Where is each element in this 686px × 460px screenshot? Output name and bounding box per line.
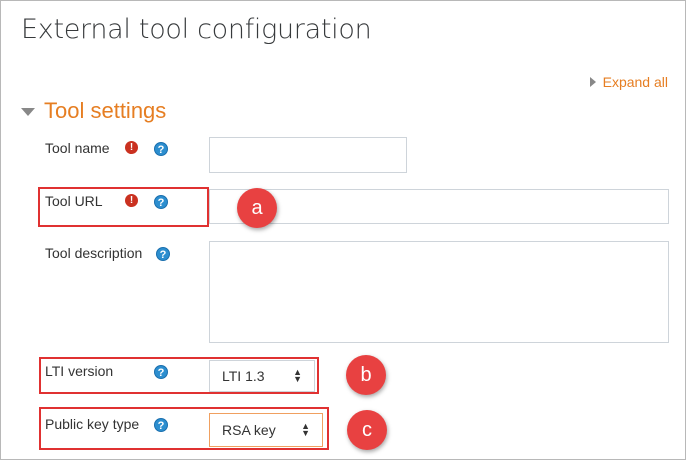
tool-url-label: Tool URL: [45, 193, 103, 209]
lti-version-label: LTI version: [45, 363, 114, 379]
expand-all-link[interactable]: Expand all: [589, 74, 668, 90]
public-key-type-label: Public key type: [45, 416, 140, 432]
lti-version-selected-value: LTI 1.3: [222, 368, 265, 384]
caret-right-icon: [589, 77, 596, 87]
section-toggle-tool-settings[interactable]: Tool settings: [21, 98, 166, 124]
lti-version-select[interactable]: LTI 1.3 ▲ ▼: [209, 360, 315, 392]
page-title: External tool configuration: [21, 14, 372, 45]
public-key-type-select[interactable]: RSA key ▲ ▼: [209, 413, 323, 447]
section-title: Tool settings: [44, 98, 167, 123]
form-panel: External tool configuration Expand all T…: [0, 0, 686, 460]
expand-all-label: Expand all: [602, 74, 668, 90]
tool-description-label: Tool description: [45, 245, 143, 261]
callout-badge-b: b: [346, 355, 386, 395]
help-icon[interactable]: ?: [154, 142, 168, 156]
tool-description-textarea[interactable]: [209, 241, 669, 343]
public-key-type-selected-value: RSA key: [222, 422, 276, 438]
help-icon[interactable]: ?: [154, 195, 168, 209]
tool-url-input[interactable]: [209, 189, 669, 224]
select-arrows-icon: ▲ ▼: [301, 421, 310, 438]
callout-badge-c: c: [347, 410, 387, 450]
callout-badge-a: a: [237, 188, 277, 228]
tool-name-input[interactable]: [209, 137, 407, 173]
caret-down-icon: [21, 108, 35, 116]
select-arrows-icon: ▲ ▼: [293, 367, 302, 384]
required-icon: !: [125, 194, 138, 207]
help-icon[interactable]: ?: [154, 365, 168, 379]
required-icon: !: [125, 141, 138, 154]
help-icon[interactable]: ?: [154, 418, 168, 432]
tool-name-label: Tool name: [45, 140, 110, 156]
help-icon[interactable]: ?: [156, 247, 170, 261]
